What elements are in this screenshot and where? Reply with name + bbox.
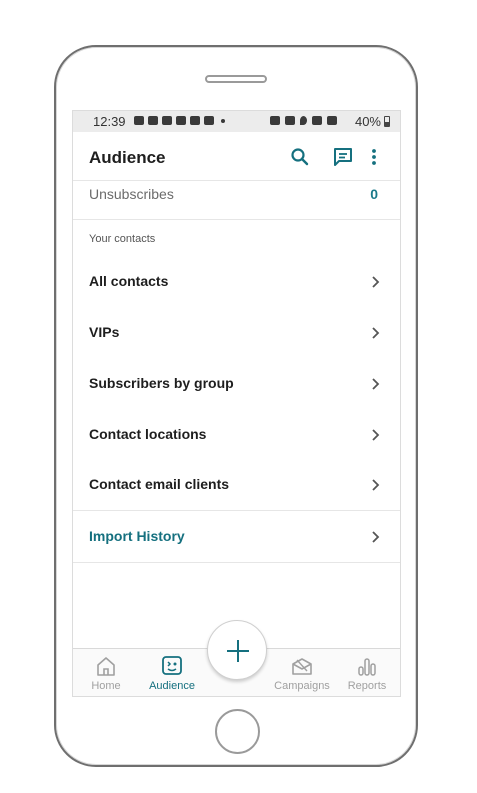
system-icons — [270, 116, 337, 125]
chevron-right-icon — [372, 531, 380, 543]
signal-icon — [327, 116, 337, 125]
youtube-icon — [190, 116, 200, 125]
list-item-label: Subscribers by group — [89, 375, 234, 391]
flipboard-icon — [148, 116, 158, 125]
more-notifications-dot-icon — [221, 119, 225, 123]
reports-icon — [358, 658, 376, 676]
list-item-label: Contact locations — [89, 426, 207, 442]
notification-icons — [134, 116, 225, 125]
chevron-right-icon — [372, 276, 380, 288]
unsubscribes-row: Unsubscribes 0 — [73, 181, 400, 220]
list-item-import-history[interactable]: Import History — [73, 512, 400, 562]
app-screen: 12:39 40% Audience Unsubscribes 0 Your c… — [72, 110, 401, 697]
create-fab-button[interactable] — [207, 620, 267, 680]
message-icon[interactable] — [332, 146, 354, 168]
list-item-subscribers-by-group[interactable]: Subscribers by group — [73, 359, 400, 409]
battery-indicator: 40% — [355, 114, 390, 129]
teams-icon — [162, 116, 172, 125]
list-item-label: Import History — [89, 528, 185, 544]
youtube-icon — [176, 116, 186, 125]
divider — [73, 510, 400, 511]
alarm-icon — [285, 116, 295, 125]
youtube-icon — [204, 116, 214, 125]
status-time: 12:39 — [93, 114, 126, 129]
audience-icon — [162, 656, 182, 675]
campaigns-icon — [292, 658, 312, 675]
home-icon — [97, 657, 115, 676]
page-title: Audience — [89, 148, 166, 167]
unsubscribes-count: 0 — [370, 186, 378, 202]
nav-item-audience[interactable]: Audience — [139, 649, 205, 696]
nav-label: Reports — [347, 680, 387, 692]
list-item-contact-email-clients[interactable]: Contact email clients — [73, 460, 400, 510]
nav-item-reports[interactable]: Reports — [334, 649, 400, 696]
status-bar: 12:39 40% — [73, 111, 400, 132]
phone-speaker — [205, 75, 267, 83]
messenger-icon — [134, 116, 144, 125]
chevron-right-icon — [372, 479, 380, 491]
list-item-label: Contact email clients — [89, 476, 230, 492]
app-bar: Audience — [73, 132, 400, 181]
list-item-label: VIPs — [89, 324, 120, 340]
nav-label: Home — [91, 680, 121, 692]
wifi-icon — [312, 116, 322, 125]
location-icon — [300, 116, 307, 125]
nav-label: Audience — [149, 680, 195, 692]
more-vertical-icon[interactable] — [369, 146, 379, 168]
battery-icon — [384, 116, 390, 127]
list-item-label: All contacts — [89, 273, 169, 289]
chevron-right-icon — [372, 429, 380, 441]
unsubscribes-label: Unsubscribes — [89, 186, 174, 202]
nav-label: Campaigns — [274, 680, 330, 692]
nav-item-home[interactable]: Home — [73, 649, 139, 696]
plus-icon — [227, 640, 249, 662]
section-header: Your contacts — [89, 233, 156, 245]
battery-percent: 40% — [354, 114, 381, 129]
list-item-all-contacts[interactable]: All contacts — [73, 257, 400, 307]
chevron-right-icon — [372, 327, 380, 339]
phone-home-button[interactable] — [215, 709, 260, 754]
list-item-vips[interactable]: VIPs — [73, 308, 400, 358]
search-icon[interactable] — [289, 146, 311, 168]
chevron-right-icon — [372, 378, 380, 390]
list-item-contact-locations[interactable]: Contact locations — [73, 410, 400, 460]
divider — [73, 562, 400, 563]
nfc-icon — [270, 116, 280, 125]
nav-item-campaigns[interactable]: Campaigns — [269, 649, 335, 696]
